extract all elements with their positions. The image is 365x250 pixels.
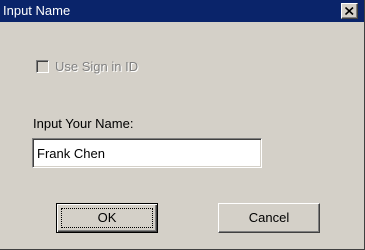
close-button[interactable] (341, 3, 358, 19)
title-bar[interactable]: Input Name (0, 0, 364, 22)
ok-button[interactable]: OK (56, 203, 158, 233)
use-sign-in-id-checkbox[interactable] (36, 60, 49, 73)
ok-button-label: OK (97, 210, 117, 225)
name-input[interactable] (32, 138, 262, 168)
window-title: Input Name (3, 3, 71, 18)
close-x-icon (345, 7, 354, 15)
name-field-label: Input Your Name: (33, 116, 134, 131)
input-name-dialog: Input Name Use Sign in ID Input Your Nam… (0, 0, 365, 250)
cancel-button[interactable]: Cancel (218, 203, 320, 233)
use-sign-in-id-label: Use Sign in ID (55, 59, 139, 74)
